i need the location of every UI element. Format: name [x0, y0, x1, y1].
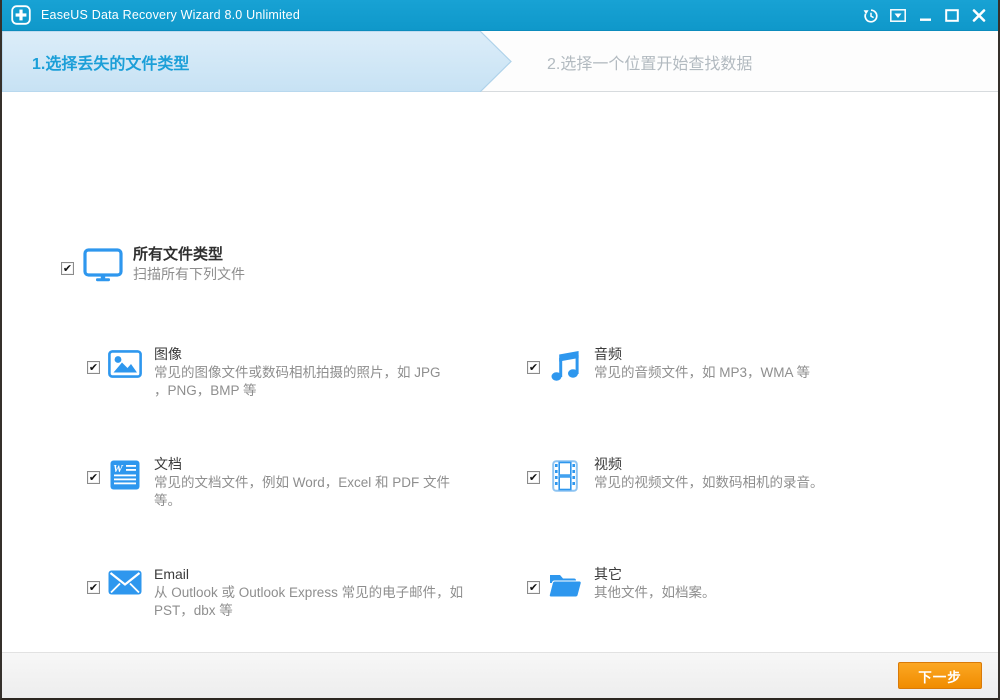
- file-type-item-email: Email 从 Outlook 或 Outlook Express 常见的电子邮…: [87, 565, 492, 619]
- all-types-desc: 扫描所有下列文件: [133, 266, 245, 282]
- close-icon[interactable]: [970, 7, 988, 25]
- item-title: 图像: [154, 346, 182, 362]
- item-title: 音频: [594, 346, 622, 362]
- maximize-icon[interactable]: [943, 7, 961, 25]
- item-desc: 常见的文档文件，例如 Word，Excel 和 PDF 文件 等。: [154, 475, 451, 508]
- next-button[interactable]: 下一步: [898, 662, 982, 689]
- step-2-tab: 2.选择一个位置开始查找数据: [547, 55, 753, 73]
- images-checkbox[interactable]: [87, 361, 100, 374]
- file-type-item-audio: 音频 常见的音频文件，如 MP3，WMA 等: [527, 345, 932, 382]
- footer-bar: 下一步: [2, 652, 998, 698]
- image-icon: [107, 350, 143, 378]
- document-icon: W: [107, 460, 143, 490]
- audio-icon: [547, 350, 583, 382]
- item-desc: 常见的图像文件或数码相机拍摄的照片，如 JPG ，PNG，BMP 等: [154, 365, 441, 398]
- audio-checkbox[interactable]: [527, 361, 540, 374]
- other-checkbox[interactable]: [527, 581, 540, 594]
- window-title: EaseUS Data Recovery Wizard 8.0 Unlimite…: [41, 8, 300, 22]
- history-icon[interactable]: [862, 7, 880, 25]
- app-logo-icon: [11, 5, 31, 25]
- file-type-item-video: 视频 常见的视频文件，如数码相机的录音。: [527, 455, 932, 492]
- window-controls: [862, 0, 988, 31]
- window-menu-icon[interactable]: [889, 7, 907, 25]
- video-checkbox[interactable]: [527, 471, 540, 484]
- item-desc: 常见的音频文件，如 MP3，WMA 等: [594, 365, 811, 380]
- svg-text:W: W: [113, 463, 124, 475]
- app-window: EaseUS Data Recovery Wizard 8.0 Unlimite…: [0, 0, 1000, 700]
- all-file-types-row: 所有文件类型 扫描所有下列文件: [61, 245, 245, 287]
- email-checkbox[interactable]: [87, 581, 100, 594]
- documents-checkbox[interactable]: [87, 471, 100, 484]
- wizard-step-bar: 1.选择丢失的文件类型 2.选择一个位置开始查找数据: [2, 31, 998, 92]
- item-desc: 常见的视频文件，如数码相机的录音。: [594, 475, 824, 490]
- item-title: 视频: [594, 456, 622, 472]
- all-types-checkbox[interactable]: [61, 262, 74, 275]
- item-title: 文档: [154, 456, 182, 472]
- monitor-icon: [83, 248, 123, 287]
- file-type-item-documents: W 文档 常见的文档文件，例如 Word，Excel 和 PDF 文件 等。: [87, 455, 492, 509]
- file-type-selection-panel: 所有文件类型 扫描所有下列文件 图像 常见的图像文件或数码相机拍摄的照片，如 J…: [2, 93, 998, 652]
- video-icon: [547, 460, 583, 492]
- item-desc: 从 Outlook 或 Outlook Express 常见的电子邮件，如 PS…: [154, 585, 464, 618]
- titlebar: EaseUS Data Recovery Wizard 8.0 Unlimite…: [2, 0, 998, 31]
- folder-icon: [547, 570, 583, 598]
- step-1-tab[interactable]: 1.选择丢失的文件类型: [32, 31, 189, 92]
- minimize-icon[interactable]: [916, 7, 934, 25]
- email-icon: [107, 570, 143, 595]
- item-title: 其它: [594, 566, 622, 582]
- item-desc: 其他文件，如档案。: [594, 585, 716, 600]
- file-type-item-other: 其它 其他文件，如档案。: [527, 565, 932, 602]
- all-types-title: 所有文件类型: [133, 246, 224, 263]
- file-type-item-images: 图像 常见的图像文件或数码相机拍摄的照片，如 JPG ，PNG，BMP 等: [87, 345, 492, 399]
- item-title: Email: [154, 566, 190, 582]
